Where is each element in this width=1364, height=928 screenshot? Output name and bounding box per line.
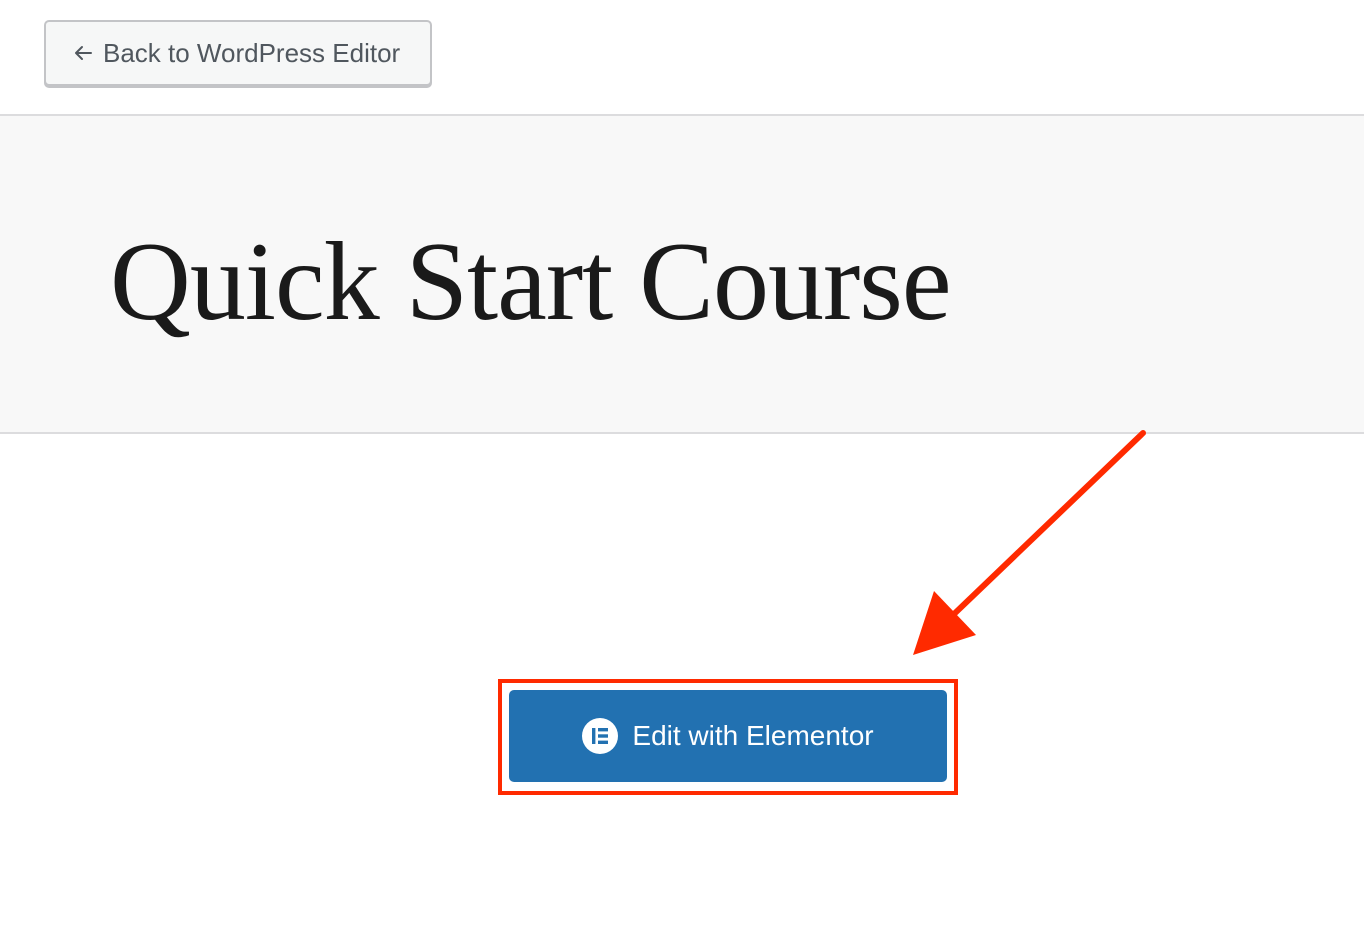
page-title: Quick Start Course [110, 220, 952, 344]
back-to-wordpress-editor-button[interactable]: Back to WordPress Editor [44, 20, 432, 86]
top-bar: Back to WordPress Editor [0, 0, 1364, 114]
edit-with-elementor-label: Edit with Elementor [632, 720, 874, 751]
arrow-left-icon [75, 46, 92, 60]
back-button-label: Back to WordPress Editor [103, 37, 401, 68]
edit-with-elementor-button[interactable]: Edit with Elementor [509, 690, 947, 782]
elementor-logo-icon [582, 718, 619, 754]
title-area: Quick Start Course [0, 114, 1364, 434]
